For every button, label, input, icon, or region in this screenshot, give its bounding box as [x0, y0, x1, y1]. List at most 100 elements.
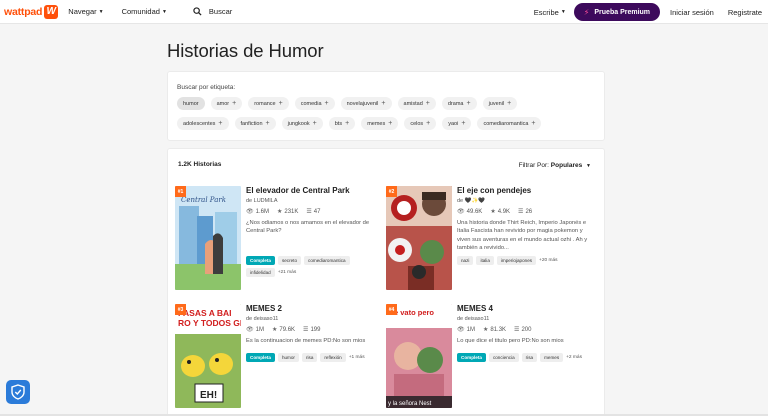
tag-filter-label: Buscar por etiqueta: [177, 84, 236, 91]
story-tag[interactable]: italia [476, 256, 494, 265]
chevron-down-icon: ▼ [98, 8, 104, 15]
story-card[interactable]: #2 El eje con pendejes de 🖤✨🖤 👁 49.6K ★ 4.… [386, 186, 591, 298]
tag-chip[interactable]: celos + [404, 117, 437, 130]
tag-chip[interactable]: fanfiction + [234, 117, 276, 130]
tag-label: juvenil [488, 100, 505, 107]
more-tags-link[interactable]: +21 más [278, 268, 297, 277]
story-tags: Completa humor risa reflexión +1 más [246, 353, 380, 365]
chevron-down-icon: ▼ [560, 9, 566, 15]
story-author[interactable]: de 🖤✨🖤 [457, 198, 591, 204]
tag-row: humor amor + romance + comedia + novelajuve… [177, 97, 523, 110]
try-premium-button[interactable]: ⚡ Prueba Premium [573, 3, 661, 21]
votes-count: 4.9K [497, 208, 511, 215]
story-tag[interactable]: humor [277, 353, 299, 362]
star-icon: ★ [482, 327, 489, 333]
story-tag[interactable]: memes [540, 353, 564, 362]
search-input[interactable]: Buscar [193, 7, 232, 16]
story-description: ¿Nos odiamos o nos amamos en el elevador… [246, 220, 370, 235]
story-tag[interactable]: imperiojapones [496, 256, 537, 265]
story-tag[interactable]: infidelidad [246, 268, 275, 277]
star-icon: ★ [271, 327, 278, 333]
tag-chip[interactable]: adolescentes + [177, 117, 229, 130]
story-title[interactable]: MEMES 2 [246, 304, 380, 313]
story-tag[interactable]: risa [521, 353, 538, 362]
story-tag[interactable]: risa [301, 353, 318, 362]
more-tags-link[interactable]: +2 más [566, 353, 582, 362]
parts-stat: ☰ 47 [306, 208, 321, 216]
parts-stat: ☰ 200 [514, 326, 531, 334]
tag-label: celos [410, 120, 424, 127]
story-cover-image[interactable]: Central Park #1 [175, 186, 241, 290]
plus-icon: + [426, 120, 431, 127]
story-author[interactable]: de deisaso11 [457, 316, 591, 322]
nav-right: Escribe ▼ ⚡ Prueba Premium Iniciar sesió… [534, 0, 768, 24]
story-tag[interactable]: conciencia [488, 353, 519, 362]
eye-icon: 👁 [246, 327, 254, 333]
plus-icon: + [381, 100, 386, 107]
story-title[interactable]: MEMES 4 [457, 304, 591, 313]
votes-count: 81.3K [490, 326, 507, 333]
tag-chip[interactable]: memes + [361, 117, 399, 130]
tag-chip[interactable]: drama + [441, 97, 477, 110]
plus-icon: + [278, 100, 283, 107]
more-tags-link[interactable]: +1 más [349, 353, 365, 362]
tag-label: humor [183, 100, 199, 107]
tag-chip[interactable]: yaoi + [442, 117, 472, 130]
story-cover-image[interactable]: Se vato pero y la señora Nest #4 [386, 304, 452, 408]
parts-count: 26 [525, 208, 533, 215]
story-description: Una historia donde Thirt Reich, Imperio … [457, 220, 588, 252]
community-menu[interactable]: Comunidad ▼ [122, 7, 167, 16]
story-card[interactable]: PASAS A BAI RO Y TODOS GR EH! #3 MEMES 2 … [175, 304, 380, 416]
story-tag[interactable]: reflexión [320, 353, 346, 362]
tag-label: memes [367, 120, 386, 127]
tag-chip[interactable]: juvenil + [482, 97, 518, 110]
eye-icon: 👁 [246, 209, 254, 215]
story-list-panel: 1.2K Historias Filtrar Por: Populares ▼ … [167, 148, 605, 416]
tag-row: adolescentes + fanfiction + jungkook + bts +… [177, 117, 547, 130]
story-cover-image[interactable]: #2 [386, 186, 452, 290]
tag-chip[interactable]: bts + [328, 117, 356, 130]
tag-chip[interactable]: romance + [248, 97, 289, 110]
list-icon: ☰ [303, 327, 309, 333]
star-icon: ★ [276, 209, 283, 215]
tag-chip[interactable]: jungkook + [281, 117, 323, 130]
story-author[interactable]: de LUDMILA [246, 198, 380, 204]
tag-chip[interactable]: amor + [210, 97, 243, 110]
login-link[interactable]: Iniciar sesión [670, 8, 714, 17]
more-tags-link[interactable]: +20 más [539, 256, 558, 265]
parts-count: 47 [313, 208, 321, 215]
plus-icon: + [507, 100, 512, 107]
tag-label: drama [447, 100, 464, 107]
tag-chip[interactable]: comediaromantica + [477, 117, 542, 130]
story-title[interactable]: El eje con pendejes [457, 186, 591, 195]
sort-filter-dropdown[interactable]: Filtrar Por: Populares ▼ [519, 162, 591, 169]
tag-label: fanfiction [240, 120, 263, 127]
chevron-down-icon: ▼ [161, 8, 167, 15]
story-card[interactable]: Se vato pero y la señora Nest #4 MEMES 4… [386, 304, 591, 416]
story-author[interactable]: de deisaso11 [246, 316, 380, 322]
tag-label: amor [216, 100, 230, 107]
browse-menu[interactable]: Navegar ▼ [68, 7, 103, 16]
write-menu[interactable]: Escribe ▼ [534, 8, 566, 17]
story-tag[interactable]: comediaromantica [304, 256, 350, 265]
reads-stat: 👁 1M [457, 326, 475, 334]
register-link[interactable]: Registrate [728, 8, 762, 17]
story-tag[interactable]: nazi [457, 256, 474, 265]
community-label: Comunidad [121, 7, 160, 16]
tag-chip[interactable]: comedia + [294, 97, 335, 110]
story-tag[interactable]: secreto [277, 256, 302, 265]
tag-chip[interactable]: humor [177, 97, 205, 110]
wattpad-logo[interactable]: wattpad W [4, 0, 59, 24]
story-cover-image[interactable]: PASAS A BAI RO Y TODOS GR EH! #3 [175, 304, 241, 408]
story-stats: 👁 1.6M ★ 231K ☰ 47 [246, 208, 380, 216]
story-card[interactable]: Central Park #1 El elevador de Central P… [175, 186, 380, 298]
plus-icon: + [232, 100, 237, 107]
story-tags: nazi italia imperiojapones +20 más [457, 256, 591, 268]
tag-chip[interactable]: amistad + [397, 97, 436, 110]
security-shield-icon[interactable] [6, 380, 30, 404]
story-description: Lo que dice el titulo pero PD:No son mio… [457, 338, 564, 344]
rank-badge: #4 [386, 304, 397, 315]
tag-chip[interactable]: novelajuvenil + [340, 97, 392, 110]
story-title[interactable]: El elevador de Central Park [246, 186, 380, 195]
votes-count: 79.6K [279, 326, 296, 333]
